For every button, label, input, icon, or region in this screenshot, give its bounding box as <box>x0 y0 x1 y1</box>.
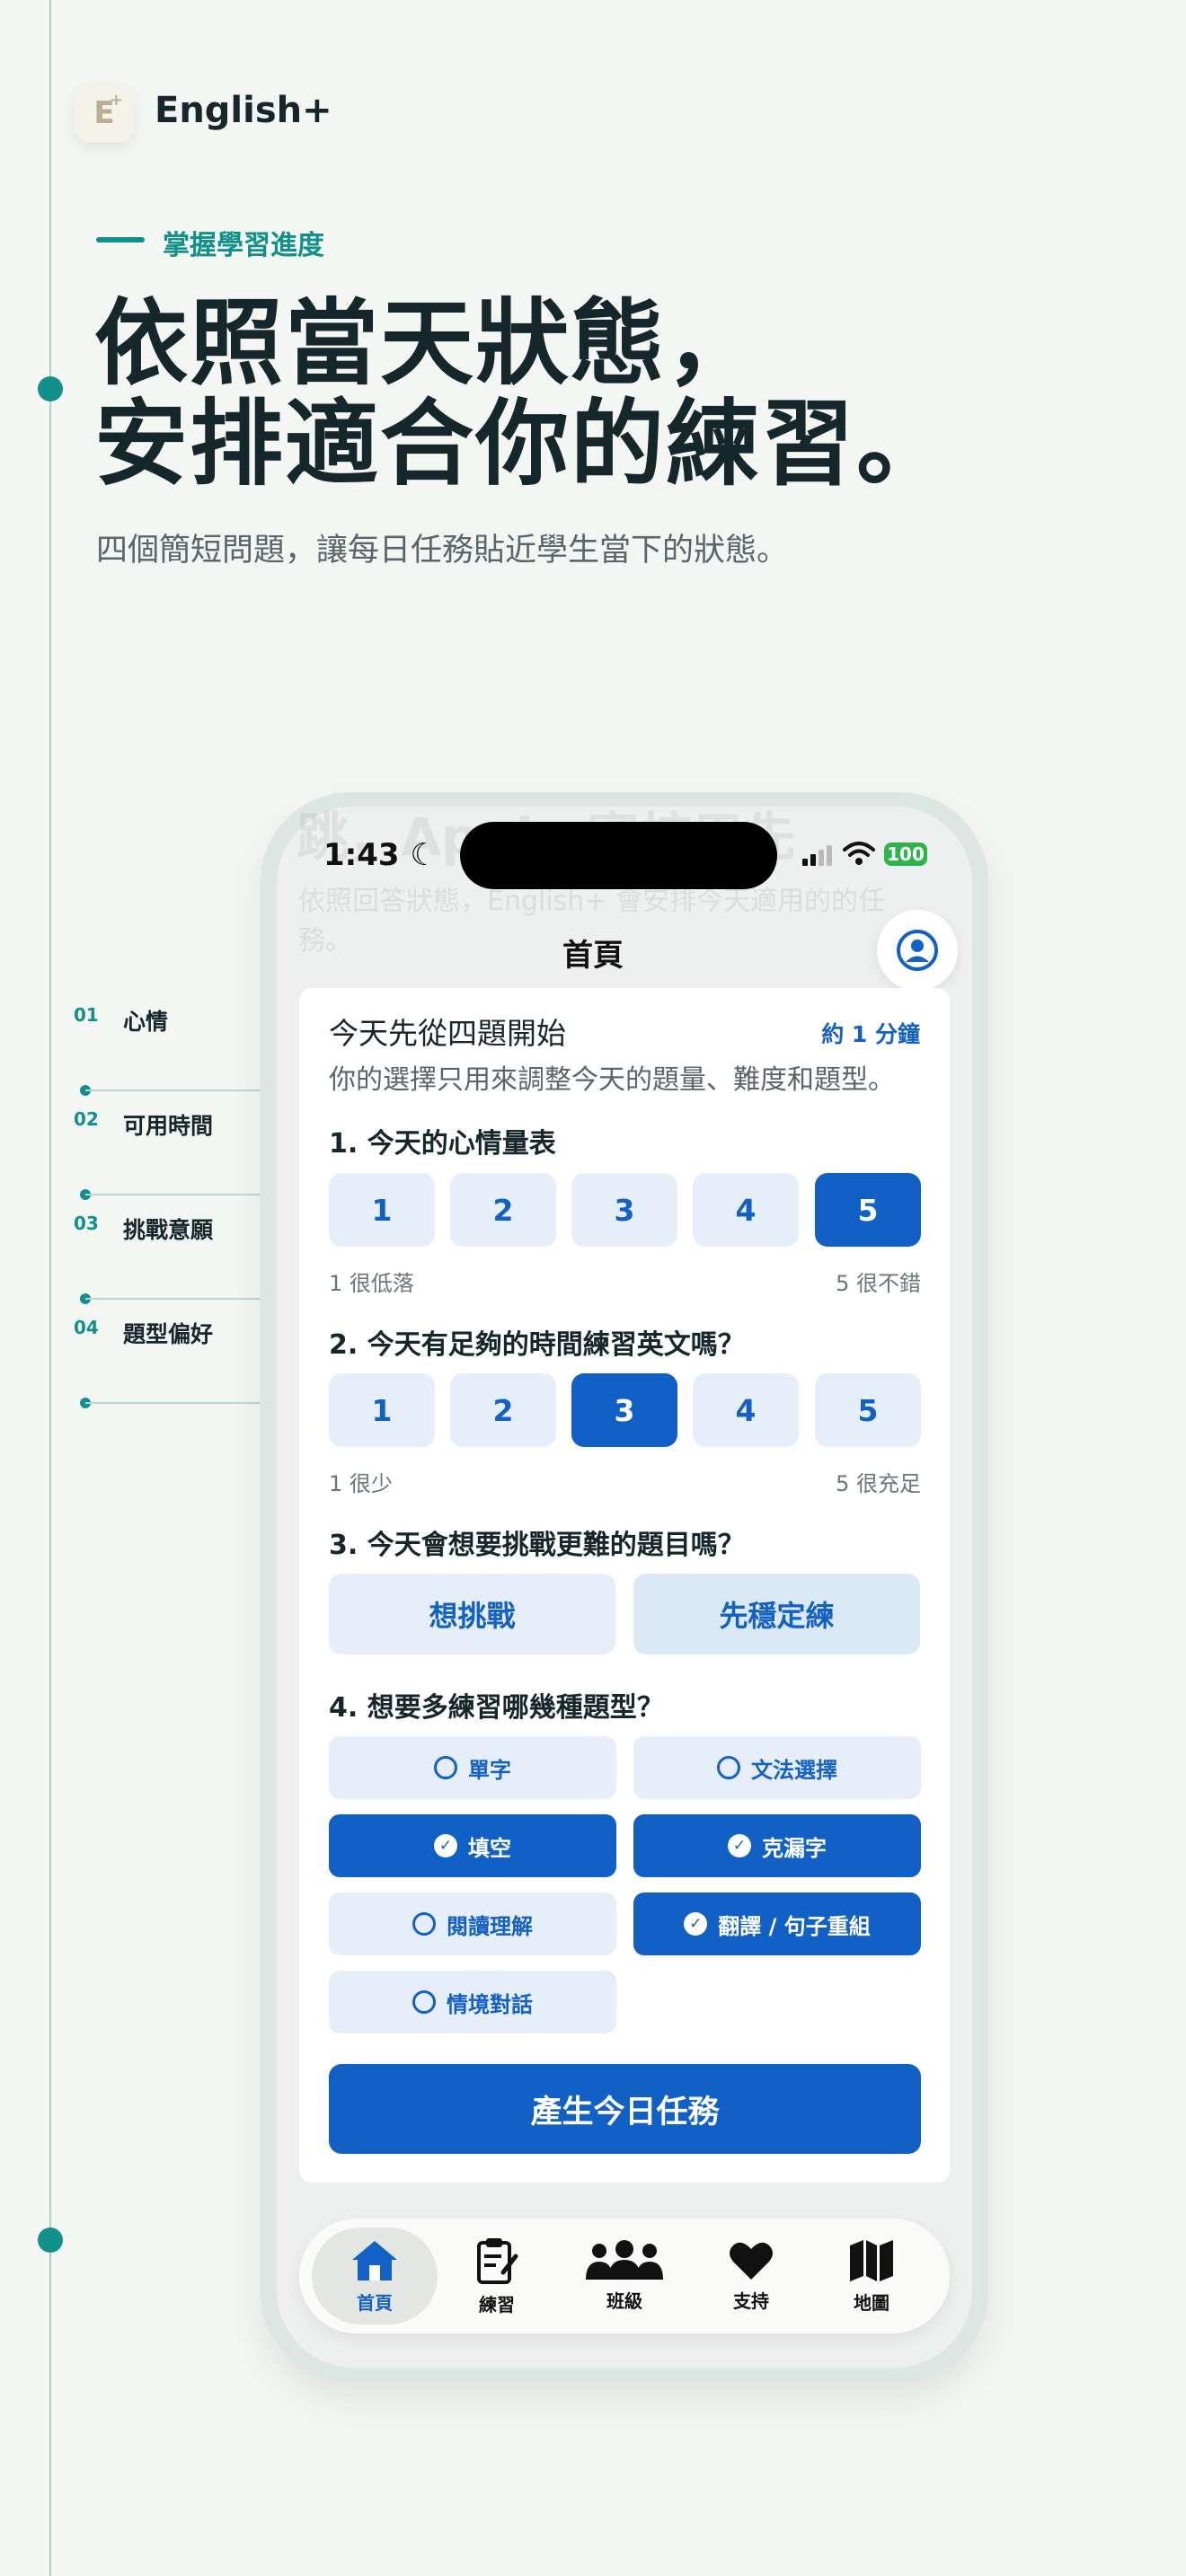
scale-high-label: 5 很充足 <box>836 1471 921 1496</box>
step-number: 01 <box>74 1004 99 1026</box>
question-1-title: 1. 今天的心情量表 <box>329 1128 556 1160</box>
status-time-text: 1:43 <box>323 837 400 873</box>
type-chip-fill-blank[interactable]: ✓ 填空 <box>329 1814 616 1877</box>
step-number: 02 <box>74 1108 99 1130</box>
battery-indicator: 100 <box>884 842 927 866</box>
heart-icon <box>730 2242 773 2280</box>
tab-support[interactable]: 支持 <box>688 2228 814 2325</box>
scale-high-label: 5 很不錯 <box>836 1271 921 1296</box>
step-label: 挑戰意願 <box>123 1217 214 1243</box>
challenge-option[interactable]: 想挑戰 <box>329 1574 615 1654</box>
step-number: 04 <box>74 1317 99 1338</box>
wifi-icon <box>843 842 875 865</box>
tab-label: 練習 <box>479 2293 515 2316</box>
time-option-3[interactable]: 3 <box>571 1373 677 1447</box>
eyebrow-text: 掌握學習進度 <box>163 230 324 261</box>
scale-low-label: 1 很少 <box>329 1471 393 1496</box>
card-description: 你的選擇只用來調整今天的題量、難度和題型。 <box>329 1064 895 1096</box>
mood-option-2[interactable]: 2 <box>450 1173 556 1247</box>
estimated-time: 約 1 分鐘 <box>821 1021 920 1047</box>
tab-practice[interactable]: 練習 <box>434 2228 560 2325</box>
chip-label: 文法選擇 <box>751 1757 837 1783</box>
type-chip-translation[interactable]: ✓ 翻譯 / 句子重組 <box>633 1892 921 1955</box>
profile-button[interactable] <box>877 910 958 991</box>
map-icon <box>850 2239 893 2281</box>
app-logo: E + <box>75 84 134 143</box>
question-2-title: 2. 今天有足夠的時間練習英文嗎？ <box>329 1329 745 1361</box>
check-icon: ✓ <box>728 1834 751 1857</box>
battery-level: 100 <box>887 843 925 865</box>
clipboard-icon <box>477 2237 518 2284</box>
tab-label: 支持 <box>733 2289 769 2312</box>
radio-icon <box>412 1912 436 1936</box>
chip-label: 單字 <box>468 1757 511 1783</box>
profile-icon <box>897 930 938 971</box>
type-chip-cloze[interactable]: ✓ 克漏字 <box>633 1814 921 1877</box>
timeline-dot <box>38 376 63 401</box>
question-4-title: 4. 想要多練習哪幾種題型？ <box>329 1692 664 1724</box>
type-chip-reading[interactable]: 閱讀理解 <box>329 1892 616 1955</box>
radio-icon <box>434 1756 457 1779</box>
timeline-dot <box>38 2228 63 2253</box>
step-label: 心情 <box>123 1009 169 1035</box>
tab-home[interactable]: 首頁 <box>312 2228 438 2325</box>
hero-subtitle: 四個簡短問題，讓每日任務貼近學生當下的狀態。 <box>96 533 789 569</box>
chip-label: 克漏字 <box>762 1835 827 1861</box>
signal-icon <box>802 845 832 866</box>
tab-map[interactable]: 地圖 <box>809 2228 934 2325</box>
status-time: 1:43 ☾ <box>323 837 438 873</box>
step-label: 題型偏好 <box>123 1321 214 1347</box>
radio-icon <box>412 1990 436 2014</box>
headline-line-1: 依照當天狀態， <box>94 288 762 398</box>
group-icon <box>586 2239 663 2280</box>
headline: 依照當天狀態， 安排適合你的練習。 <box>94 293 951 494</box>
brand-name: English+ <box>155 90 332 131</box>
time-option-2[interactable]: 2 <box>450 1373 556 1447</box>
chip-label: 閱讀理解 <box>447 1913 533 1939</box>
tab-class[interactable]: 班級 <box>562 2228 687 2325</box>
radio-icon <box>717 1756 740 1779</box>
step-label: 可用時間 <box>123 1113 214 1139</box>
chip-label: 情境對話 <box>447 1991 533 2017</box>
dynamic-island <box>460 822 777 889</box>
generate-task-button[interactable]: 產生今日任務 <box>329 2064 921 2154</box>
check-icon: ✓ <box>684 1912 708 1936</box>
check-icon: ✓ <box>434 1834 457 1857</box>
mood-option-1[interactable]: 1 <box>329 1173 435 1247</box>
scale-low-label: 1 很低落 <box>329 1271 414 1296</box>
mood-option-4[interactable]: 4 <box>693 1173 799 1247</box>
steady-option[interactable]: 先穩定練 <box>633 1574 920 1654</box>
type-chip-grammar[interactable]: 文法選擇 <box>633 1736 921 1799</box>
eyebrow-bar <box>96 237 145 243</box>
type-chip-vocab[interactable]: 單字 <box>329 1736 616 1799</box>
home-icon <box>352 2240 397 2280</box>
chip-label: 填空 <box>468 1835 511 1861</box>
type-chip-dialogue[interactable]: 情境對話 <box>329 1971 616 2033</box>
time-option-1[interactable]: 1 <box>329 1373 435 1447</box>
logo-plus: + <box>109 91 123 110</box>
tab-label: 地圖 <box>854 2291 890 2314</box>
headline-line-2: 安排適合你的練習。 <box>94 389 952 498</box>
mood-option-5[interactable]: 5 <box>815 1173 921 1247</box>
time-option-4[interactable]: 4 <box>693 1373 799 1447</box>
chip-label: 翻譯 / 句子重組 <box>718 1913 871 1939</box>
tab-label: 首頁 <box>357 2291 393 2314</box>
card-title: 今天先從四題開始 <box>329 1016 566 1051</box>
moon-icon: ☾ <box>410 837 438 873</box>
question-3-title: 3. 今天會想要挑戰更難的題目嗎？ <box>329 1530 745 1561</box>
tab-label: 班級 <box>606 2289 642 2312</box>
step-number: 03 <box>74 1213 99 1234</box>
nav-title: 首頁 <box>562 938 624 974</box>
mood-option-3[interactable]: 3 <box>571 1173 677 1247</box>
time-option-5[interactable]: 5 <box>815 1373 921 1447</box>
